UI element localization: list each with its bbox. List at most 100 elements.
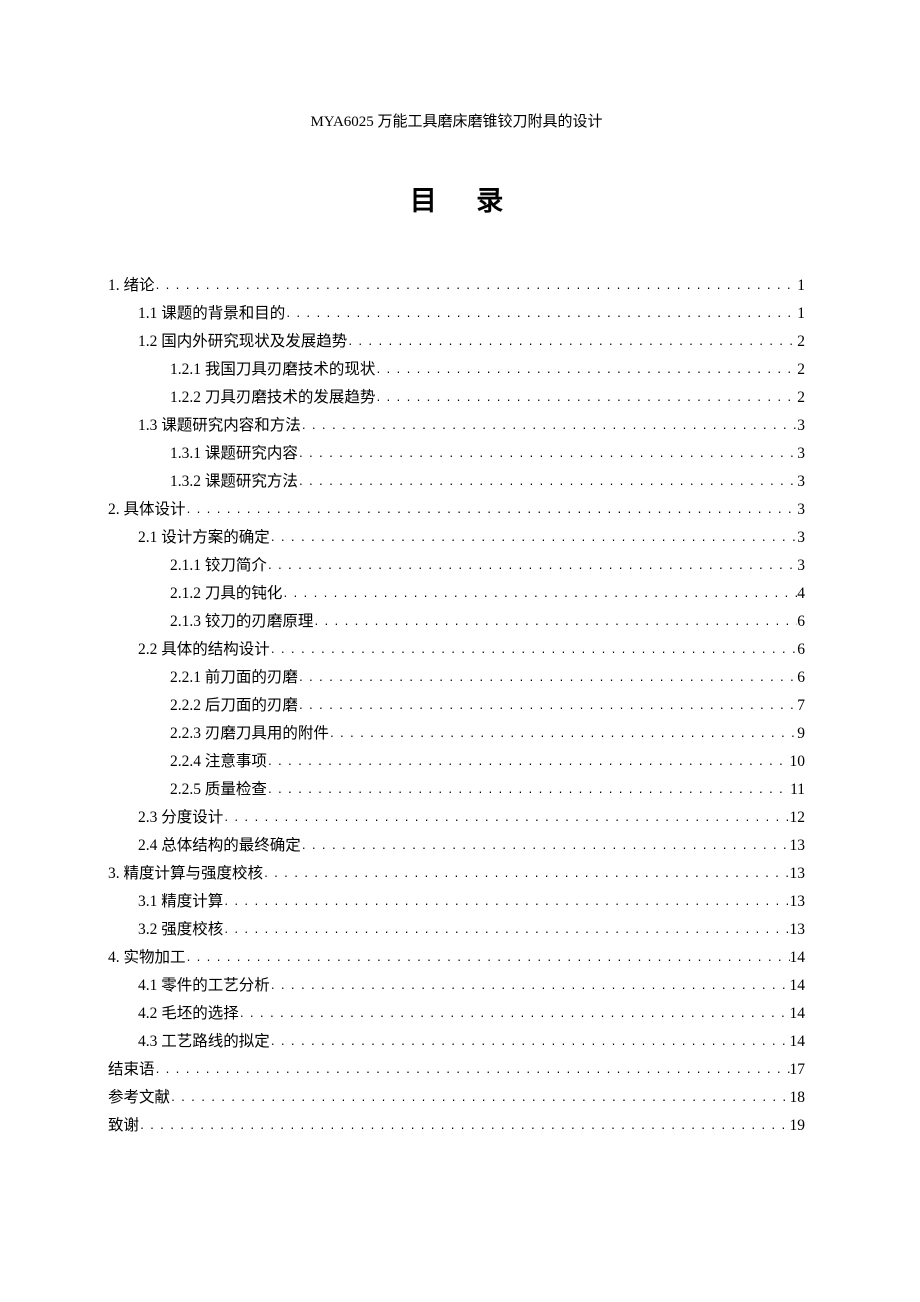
toc-leader-dots [270, 1038, 790, 1048]
toc-row: 1.3.1 课题研究内容 3 [108, 446, 805, 462]
toc-leader-dots [329, 730, 797, 740]
toc-entry-label: 1.2.2 刀具刃磨技术的发展趋势 [170, 390, 375, 406]
toc-entry-page: 3 [797, 446, 805, 462]
toc-entry-page: 3 [797, 502, 805, 518]
toc-entry-label: 1.3.1 课题研究内容 [170, 446, 298, 462]
toc-leader-dots [223, 926, 789, 936]
toc-row: 2. 具体设计 3 [108, 502, 805, 518]
toc-leader-dots [267, 786, 790, 796]
toc-entry-label: 4.2 毛坯的选择 [138, 1006, 239, 1022]
toc-entry-page: 13 [790, 922, 806, 938]
toc-entry-page: 14 [790, 1006, 806, 1022]
toc-entry-page: 14 [790, 1034, 806, 1050]
toc-row: 4. 实物加工 14 [108, 950, 805, 966]
toc-row: 2.2.4 注意事项 10 [108, 754, 805, 770]
toc-leader-dots [270, 646, 797, 656]
toc-row: 1.3 课题研究内容和方法3 [108, 418, 805, 434]
toc-entry-page: 6 [797, 614, 805, 630]
toc-entry-label: 4.3 工艺路线的拟定 [138, 1034, 270, 1050]
toc-entry-label: 1.1 课题的背景和目的 [138, 306, 285, 322]
toc-leader-dots [313, 618, 797, 628]
toc-entry-label: 2. 具体设计 [108, 502, 186, 518]
toc-entry-page: 13 [790, 866, 806, 882]
toc-entry-label: 1. 绪论 [108, 278, 155, 294]
toc-row: 3.1 精度计算 13 [108, 894, 805, 910]
toc-entry-page: 4 [797, 586, 805, 602]
toc-row: 4.3 工艺路线的拟定 14 [108, 1034, 805, 1050]
toc-row: 1.3.2 课题研究方法 3 [108, 474, 805, 490]
toc-entry-label: 2.2 具体的结构设计 [138, 642, 270, 658]
toc-row: 4.2 毛坯的选择 14 [108, 1006, 805, 1022]
toc-entry-page: 18 [790, 1090, 806, 1106]
toc-entry-page: 1 [797, 306, 805, 322]
toc-leader-dots [347, 338, 797, 348]
toc-entry-page: 3 [797, 474, 805, 490]
toc-entry-page: 10 [790, 754, 806, 770]
toc-leader-dots [263, 870, 789, 880]
toc-entry-page: 3 [797, 530, 805, 546]
toc-leader-dots [301, 842, 790, 852]
toc-row: 2.2 具体的结构设计6 [108, 642, 805, 658]
toc-entry-label: 1.3.2 课题研究方法 [170, 474, 298, 490]
toc-entry-page: 13 [790, 838, 806, 854]
toc-entry-label: 结束语 [108, 1062, 155, 1078]
toc-row: 2.4 总体结构的最终确定13 [108, 838, 805, 854]
toc-entry-page: 19 [790, 1118, 806, 1134]
toc-row: 1. 绪论1 [108, 278, 805, 294]
toc-entry-label: 2.1.3 铰刀的刃磨原理 [170, 614, 313, 630]
toc-leader-dots [186, 506, 798, 516]
toc-row: 2.1.2 刀具的钝化 4 [108, 586, 805, 602]
toc-entry-page: 14 [790, 950, 806, 966]
toc-leader-dots [298, 674, 797, 684]
toc-entry-label: 致谢 [108, 1118, 139, 1134]
toc-leader-dots [223, 898, 789, 908]
toc-entry-label: 4.1 零件的工艺分析 [138, 978, 270, 994]
toc-entry-label: 3. 精度计算与强度校核 [108, 866, 263, 882]
toc-leader-dots [270, 534, 797, 544]
toc-leader-dots [298, 478, 797, 488]
document-page: MYA6025 万能工具磨床磨锥铰刀附具的设计 目 录 1. 绪论11.1 课题… [0, 0, 920, 1206]
toc-entry-label: 2.3 分度设计 [138, 810, 223, 826]
toc-row: 1.2 国内外研究现状及发展趋势2 [108, 334, 805, 350]
toc-row: 3.2 强度校核 13 [108, 922, 805, 938]
toc-row: 2.2.2 后刀面的刃磨 7 [108, 698, 805, 714]
toc-row: 4.1 零件的工艺分析14 [108, 978, 805, 994]
toc-row: 2.2.5 质量检查11 [108, 782, 805, 798]
toc-entry-label: 1.2.1 我国刀具刃磨技术的现状 [170, 362, 375, 378]
toc-entry-label: 3.2 强度校核 [138, 922, 223, 938]
toc-entry-page: 17 [790, 1062, 806, 1078]
toc-row: 1.1 课题的背景和目的 1 [108, 306, 805, 322]
toc-row: 结束语 17 [108, 1062, 805, 1078]
toc-leader-dots [139, 1122, 789, 1132]
toc-row: 3. 精度计算与强度校核 13 [108, 866, 805, 882]
toc-row: 2.1 设计方案的确定 3 [108, 530, 805, 546]
toc-entry-page: 2 [797, 390, 805, 406]
toc-entry-page: 7 [797, 698, 805, 714]
toc-heading: 目 录 [108, 179, 805, 218]
toc-leader-dots [223, 814, 789, 824]
toc-leader-dots [155, 1066, 790, 1076]
toc-entry-label: 2.1.2 刀具的钝化 [170, 586, 282, 602]
toc-entry-label: 2.1.1 铰刀简介 [170, 558, 267, 574]
toc-row: 致谢 19 [108, 1118, 805, 1134]
toc-entry-label: 2.1 设计方案的确定 [138, 530, 270, 546]
toc-leader-dots [239, 1010, 790, 1020]
toc-leader-dots [155, 282, 798, 292]
toc-row: 2.1.1 铰刀简介 3 [108, 558, 805, 574]
toc-entry-page: 2 [797, 362, 805, 378]
toc-leader-dots [298, 702, 797, 712]
toc-row: 2.1.3 铰刀的刃磨原理 6 [108, 614, 805, 630]
toc-entry-label: 2.2.2 后刀面的刃磨 [170, 698, 298, 714]
toc-entry-page: 13 [790, 894, 806, 910]
toc-entry-label: 2.2.4 注意事项 [170, 754, 267, 770]
toc-leader-dots [298, 450, 797, 460]
toc-entry-label: 参考文献 [108, 1090, 170, 1106]
toc-entry-page: 3 [797, 558, 805, 574]
toc-leader-dots [267, 562, 797, 572]
toc-entry-label: 2.2.3 刃磨刀具用的附件 [170, 726, 329, 742]
toc-entry-page: 9 [797, 726, 805, 742]
toc-entry-label: 3.1 精度计算 [138, 894, 223, 910]
toc-entry-label: 2.2.5 质量检查 [170, 782, 267, 798]
toc-entry-label: 1.3 课题研究内容和方法 [138, 418, 301, 434]
toc-entry-label: 4. 实物加工 [108, 950, 186, 966]
